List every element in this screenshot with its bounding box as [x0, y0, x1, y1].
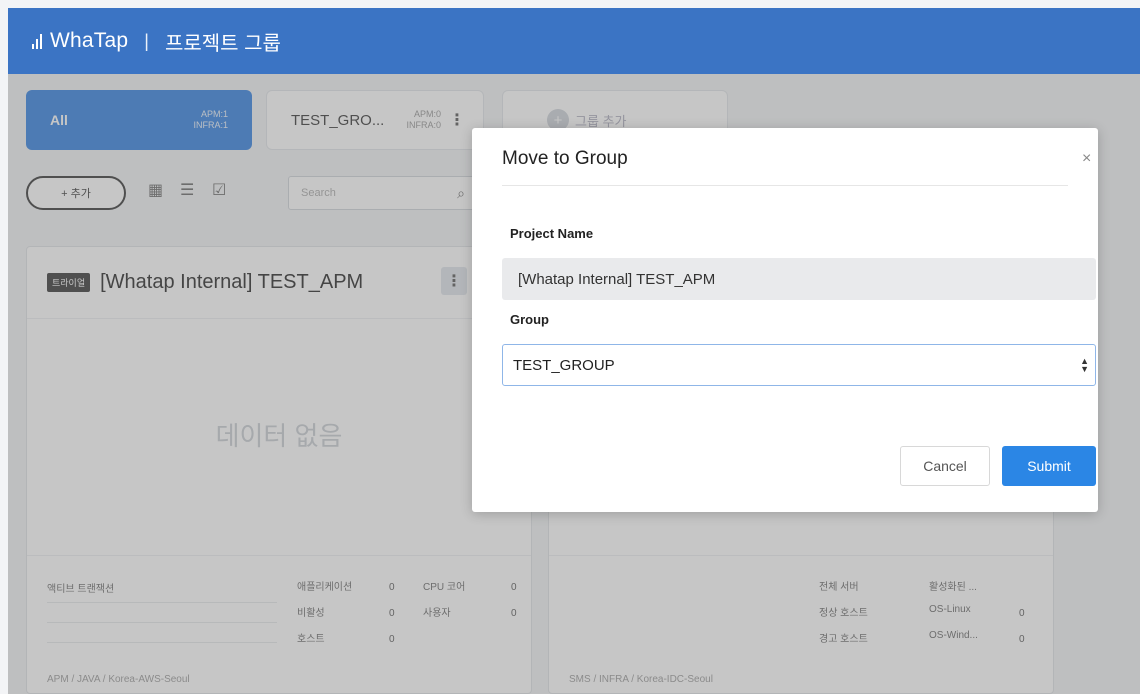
project-name-value: [Whatap Internal] TEST_APM [518, 270, 716, 288]
close-icon[interactable]: × [1082, 150, 1091, 168]
page-title: 프로젝트 그룹 [164, 32, 281, 55]
project-name-field: [Whatap Internal] TEST_APM [502, 258, 1096, 300]
top-header: WhaTap | 프로젝트 그룹 [8, 8, 1140, 74]
cancel-button[interactable]: Cancel [900, 446, 990, 486]
brand-name: WhaTap [50, 29, 129, 52]
select-arrows-icon: ▲ ▼ [1080, 356, 1089, 374]
group-select[interactable]: TEST_GROUP ▲ ▼ [502, 344, 1096, 386]
dialog-divider [502, 185, 1068, 186]
group-select-value: TEST_GROUP [513, 356, 615, 374]
title-separator: | [144, 30, 149, 51]
whatap-logo-icon [32, 33, 42, 49]
submit-button[interactable]: Submit [1002, 446, 1096, 486]
project-name-label: Project Name [510, 226, 594, 241]
move-to-group-dialog: Move to Group × Project Name [Whatap Int… [472, 128, 1098, 512]
dialog-title: Move to Group [502, 148, 628, 169]
group-label: Group [510, 312, 549, 327]
